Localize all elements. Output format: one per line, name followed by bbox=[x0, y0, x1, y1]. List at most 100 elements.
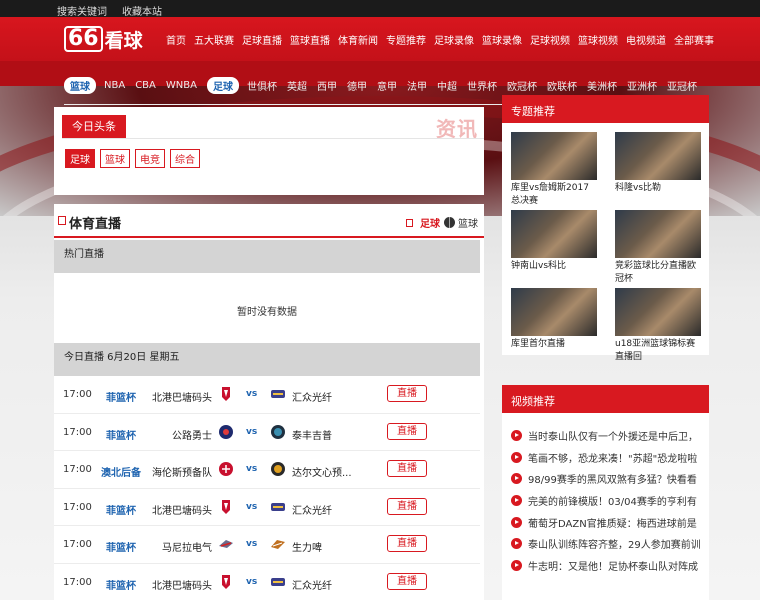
match-league[interactable]: 菲篮杯 bbox=[101, 502, 141, 517]
away-team[interactable]: 汇众光纤 bbox=[292, 577, 362, 592]
home-team-logo-icon bbox=[219, 424, 233, 439]
nav-topics[interactable]: 专题推荐 bbox=[386, 32, 426, 47]
nav-basketball-replay[interactable]: 篮球录像 bbox=[482, 32, 522, 47]
subnav-link[interactable]: WNBA bbox=[166, 80, 197, 91]
basketball-pill[interactable]: 篮球 bbox=[64, 76, 96, 94]
video-title[interactable]: 98/99赛季的黑风双煞有多猛？快看看 bbox=[528, 471, 697, 486]
home-team[interactable]: 马尼拉电气 bbox=[144, 539, 212, 554]
video-title[interactable]: 笔画不够，恐龙来凑！"苏超"恐龙啦啦 bbox=[528, 450, 697, 465]
topic-caption[interactable]: 库里首尔直播 bbox=[511, 338, 597, 351]
subnav-link[interactable]: 意甲 bbox=[377, 78, 397, 93]
subnav-link[interactable]: 法甲 bbox=[407, 78, 427, 93]
topic-card[interactable]: 钟南山vs科比 bbox=[511, 210, 597, 273]
cat-general[interactable]: 综合 bbox=[170, 149, 200, 168]
subnav-link[interactable]: CBA bbox=[135, 80, 156, 91]
search-keyword-link[interactable]: 搜索关键词 bbox=[57, 3, 107, 18]
nav-football-replay[interactable]: 足球录像 bbox=[434, 32, 474, 47]
site-logo[interactable]: 66 看球 bbox=[64, 25, 143, 53]
video-item[interactable]: 完美的前锋模版！03/04赛季的亨利有 bbox=[511, 490, 701, 512]
video-title[interactable]: 完美的前锋模版！03/04赛季的亨利有 bbox=[528, 493, 697, 508]
subnav-link[interactable]: 欧冠杯 bbox=[507, 78, 537, 93]
home-team[interactable]: 海伦斯预备队 bbox=[144, 464, 212, 479]
live-button[interactable]: 直播 bbox=[387, 572, 427, 590]
match-league[interactable]: 菲篮杯 bbox=[101, 577, 141, 592]
topic-thumbnail[interactable] bbox=[511, 210, 597, 258]
nav-home[interactable]: 首页 bbox=[166, 32, 186, 47]
nav-football-video[interactable]: 足球视频 bbox=[530, 32, 570, 47]
nav-tv[interactable]: 电视频道 bbox=[626, 32, 666, 47]
topic-card[interactable]: u18亚洲篮球锦标赛直播回 bbox=[615, 288, 701, 364]
subnav-link[interactable]: 中超 bbox=[437, 78, 457, 93]
subnav-link[interactable]: 亚冠杯 bbox=[667, 78, 697, 93]
favorite-link[interactable]: 收藏本站 bbox=[122, 3, 162, 18]
home-team[interactable]: 北港巴塘码头 bbox=[144, 502, 212, 517]
tab-headlines[interactable]: 今日头条 bbox=[62, 115, 126, 139]
match-league[interactable]: 菲篮杯 bbox=[101, 539, 141, 554]
nav-all-events[interactable]: 全部赛事 bbox=[674, 32, 714, 47]
live-button[interactable]: 直播 bbox=[387, 422, 427, 440]
topic-caption[interactable]: 科隆vs比勒 bbox=[615, 182, 701, 195]
filter-basketball[interactable]: 篮球 bbox=[458, 215, 478, 230]
topic-thumbnail[interactable] bbox=[511, 288, 597, 336]
topic-card[interactable]: 科隆vs比勒 bbox=[615, 132, 701, 195]
nav-basketball-video[interactable]: 篮球视频 bbox=[578, 32, 618, 47]
play-icon bbox=[511, 538, 522, 550]
match-time: 17:00 bbox=[63, 539, 92, 550]
live-button[interactable]: 直播 bbox=[387, 460, 427, 477]
away-team[interactable]: 汇众光纤 bbox=[292, 502, 362, 517]
home-team[interactable]: 公路勇士 bbox=[144, 427, 212, 442]
subnav-link[interactable]: 德甲 bbox=[347, 78, 367, 93]
subnav-link[interactable]: 世俱杯 bbox=[247, 78, 277, 93]
match-league[interactable]: 菲篮杯 bbox=[101, 389, 141, 404]
topic-thumbnail[interactable] bbox=[511, 132, 597, 180]
video-item[interactable]: 当时泰山队仅有一个外援还是中后卫， bbox=[511, 425, 701, 447]
cat-esports[interactable]: 电竞 bbox=[135, 149, 165, 168]
nav-leagues[interactable]: 五大联赛 bbox=[194, 32, 234, 47]
cat-basketball[interactable]: 篮球 bbox=[100, 149, 130, 168]
away-team[interactable]: 达尔文心预... bbox=[292, 464, 362, 479]
subnav-link[interactable]: NBA bbox=[104, 80, 125, 91]
match-league[interactable]: 澳北后备 bbox=[101, 464, 141, 479]
away-team[interactable]: 汇众光纤 bbox=[292, 389, 362, 404]
subnav-link[interactable]: 西甲 bbox=[317, 78, 337, 93]
subnav-link[interactable]: 亚洲杯 bbox=[627, 78, 657, 93]
football-pill[interactable]: 足球 bbox=[206, 76, 239, 94]
away-team[interactable]: 泰丰吉普 bbox=[292, 427, 362, 442]
topic-card[interactable]: 库里首尔直播 bbox=[511, 288, 597, 351]
home-team[interactable]: 北港巴塘码头 bbox=[144, 577, 212, 592]
video-title[interactable]: 当时泰山队仅有一个外援还是中后卫， bbox=[528, 428, 698, 443]
subnav-link[interactable]: 英超 bbox=[287, 78, 307, 93]
topic-caption[interactable]: 竞彩篮球比分直播欧冠杯 bbox=[615, 260, 701, 286]
topic-caption[interactable]: 库里vs詹姆斯2017总决赛 bbox=[511, 182, 597, 208]
topic-thumbnail[interactable] bbox=[615, 288, 701, 336]
video-item[interactable]: 98/99赛季的黑风双煞有多猛？快看看 bbox=[511, 468, 701, 490]
topic-thumbnail[interactable] bbox=[615, 210, 701, 258]
video-item[interactable]: 泰山队训练阵容齐整，29人参加赛前训 bbox=[511, 533, 701, 555]
nav-basketball-live[interactable]: 篮球直播 bbox=[290, 32, 330, 47]
topic-thumbnail[interactable] bbox=[615, 132, 701, 180]
nav-news[interactable]: 体育新闻 bbox=[338, 32, 378, 47]
topic-card[interactable]: 竞彩篮球比分直播欧冠杯 bbox=[615, 210, 701, 286]
subnav-link[interactable]: 美洲杯 bbox=[587, 78, 617, 93]
away-team[interactable]: 生力啤 bbox=[292, 539, 362, 554]
topic-caption[interactable]: u18亚洲篮球锦标赛直播回 bbox=[615, 338, 701, 364]
subnav-link[interactable]: 世界杯 bbox=[467, 78, 497, 93]
cat-football[interactable]: 足球 bbox=[65, 149, 95, 168]
match-league[interactable]: 菲篮杯 bbox=[101, 427, 141, 442]
topic-caption[interactable]: 钟南山vs科比 bbox=[511, 260, 597, 273]
video-title[interactable]: 牛志明：又是他！足协杯泰山队对阵成 bbox=[528, 558, 698, 573]
video-item[interactable]: 牛志明：又是他！足协杯泰山队对阵成 bbox=[511, 555, 701, 577]
topic-card[interactable]: 库里vs詹姆斯2017总决赛 bbox=[511, 132, 597, 208]
nav-football-live[interactable]: 足球直播 bbox=[242, 32, 282, 47]
home-team[interactable]: 北港巴塘码头 bbox=[144, 389, 212, 404]
video-item[interactable]: 笔画不够，恐龙来凑！"苏超"恐龙啦啦 bbox=[511, 447, 701, 469]
filter-football[interactable]: 足球 bbox=[420, 215, 440, 230]
live-button[interactable]: 直播 bbox=[387, 497, 427, 515]
video-title[interactable]: 葡萄牙DAZN官推质疑：梅西进球前是 bbox=[528, 515, 697, 530]
subnav-link[interactable]: 欧联杯 bbox=[547, 78, 577, 93]
live-button[interactable]: 直播 bbox=[387, 385, 427, 402]
video-title[interactable]: 泰山队训练阵容齐整，29人参加赛前训 bbox=[528, 536, 701, 551]
live-button[interactable]: 直播 bbox=[387, 535, 427, 552]
vs-label: vs bbox=[246, 426, 258, 437]
video-item[interactable]: 葡萄牙DAZN官推质疑：梅西进球前是 bbox=[511, 511, 701, 533]
